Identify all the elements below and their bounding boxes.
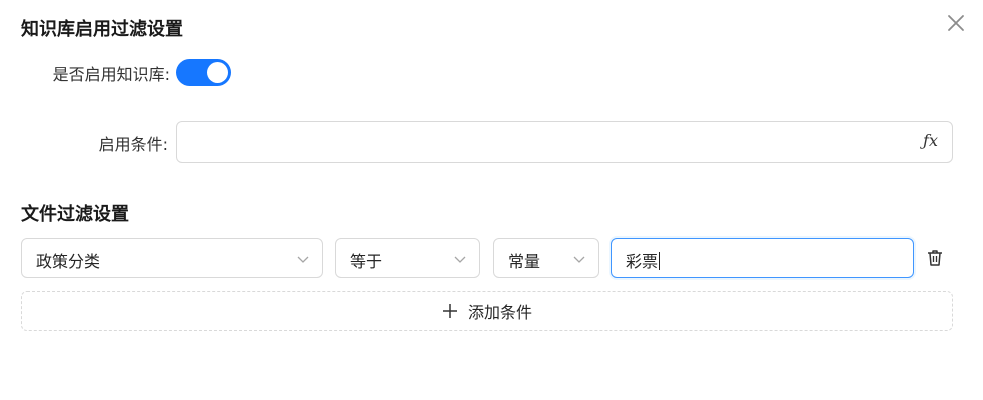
plus-icon: [442, 304, 457, 318]
chevron-down-icon: [573, 256, 585, 263]
add-condition-button[interactable]: 添加条件: [21, 291, 953, 331]
value-type-select[interactable]: 常量: [493, 238, 599, 278]
delete-condition-button[interactable]: [925, 248, 945, 268]
condition-value-text: 彩票: [626, 252, 659, 271]
chevron-down-icon: [454, 256, 466, 263]
field-select-value: 政策分类: [36, 252, 101, 271]
kb-enable-switch[interactable]: [176, 59, 231, 86]
field-select[interactable]: 政策分类: [21, 238, 323, 278]
chevron-down-icon: [297, 256, 309, 263]
condition-value-input[interactable]: 彩票: [611, 238, 914, 278]
operator-select-value: 等于: [350, 252, 383, 271]
value-type-select-value: 常量: [508, 252, 541, 271]
fx-icon[interactable]: ƒx: [923, 131, 938, 150]
text-caret: [659, 252, 661, 270]
trash-icon: [928, 250, 942, 266]
add-condition-label: 添加条件: [467, 303, 532, 322]
file-filter-title: 文件过滤设置: [21, 204, 129, 225]
kb-enable-label: 是否启用知识库:: [52, 65, 170, 84]
enable-condition-label: 启用条件:: [98, 135, 168, 154]
switch-knob: [207, 62, 228, 83]
enable-condition-input[interactable]: ƒx: [176, 121, 953, 163]
operator-select[interactable]: 等于: [335, 238, 480, 278]
close-icon: [948, 15, 964, 31]
close-button[interactable]: [943, 10, 969, 36]
dialog-title: 知识库启用过滤设置: [21, 19, 183, 40]
